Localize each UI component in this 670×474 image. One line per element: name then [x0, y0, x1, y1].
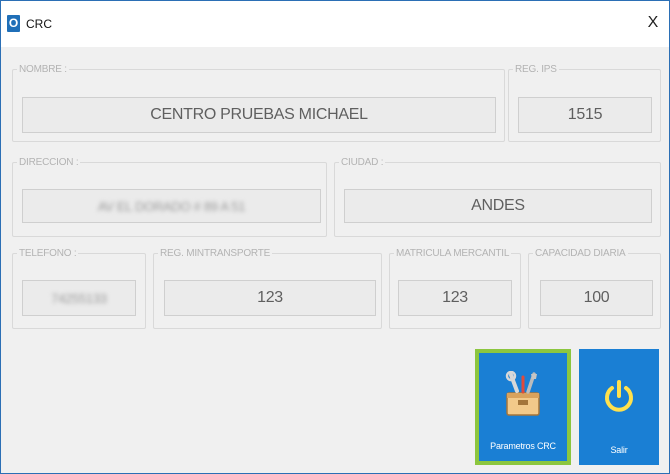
label-nombre: NOMBRE : [19, 64, 67, 75]
reg-ips-field[interactable]: 1515 [518, 97, 652, 133]
label-matricula-mercantil: MATRICULA MERCANTIL [396, 248, 510, 259]
salir-button[interactable]: Salir [579, 349, 659, 465]
app-icon: O [7, 15, 20, 32]
ciudad-field[interactable]: ANDES [344, 189, 652, 223]
label-telefono: TELEFONO : [19, 248, 77, 259]
form-body: NOMBRE : CENTRO PRUEBAS MICHAEL REG. IPS… [1, 47, 669, 473]
label-reg-mintransporte: REG. MINTRANSPORTE [160, 248, 271, 259]
power-icon [605, 380, 633, 412]
label-ciudad: CIUDAD : [341, 157, 384, 168]
parametros-crc-button[interactable]: Parametros CRC [475, 349, 571, 465]
telefono-field[interactable]: 74255133 [22, 280, 136, 316]
nombre-field[interactable]: CENTRO PRUEBAS MICHAEL [22, 97, 496, 133]
telefono-value: 74255133 [51, 290, 107, 306]
label-direccion: DIRECCION : [19, 157, 79, 168]
matricula-mercantil-field[interactable]: 123 [398, 280, 512, 316]
title-bar: O CRC X [1, 1, 669, 47]
tools-box-icon [505, 371, 540, 416]
parametros-crc-label: Parametros CRC [490, 441, 556, 451]
label-reg-ips: REG. IPS [515, 64, 557, 75]
reg-mintransporte-field[interactable]: 123 [164, 280, 376, 316]
close-button[interactable]: X [642, 11, 664, 35]
capacidad-diaria-field[interactable]: 100 [540, 280, 653, 316]
label-capacidad-diaria: CAPACIDAD DIARIA [535, 248, 626, 259]
direccion-value: AV EL DORADO # 89 A 51 [97, 198, 246, 214]
window-title: CRC [26, 17, 52, 31]
salir-label: Salir [610, 445, 628, 455]
crc-window: O CRC X NOMBRE : CENTRO PRUEBAS MICHAEL … [0, 0, 670, 474]
direccion-field[interactable]: AV EL DORADO # 89 A 51 [22, 189, 321, 223]
